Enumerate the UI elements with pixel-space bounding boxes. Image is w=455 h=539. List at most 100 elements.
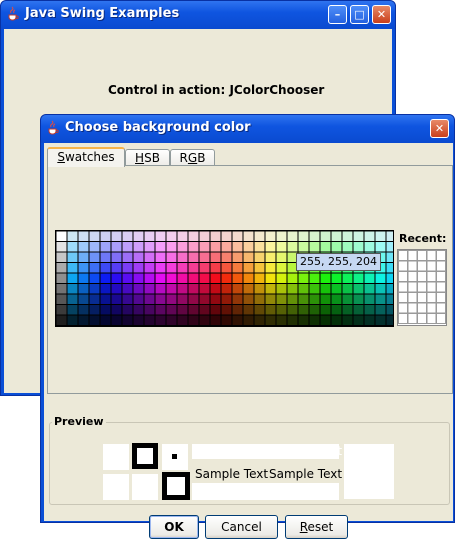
swatch-cell[interactable] xyxy=(111,305,122,315)
swatch-cell[interactable] xyxy=(188,252,199,263)
swatch-cell[interactable] xyxy=(320,305,331,315)
swatch-cell[interactable] xyxy=(155,252,166,263)
swatch-cell[interactable] xyxy=(221,252,232,263)
swatch-cell[interactable] xyxy=(265,263,276,273)
swatch-cell[interactable] xyxy=(221,242,232,252)
swatch-cell[interactable] xyxy=(122,315,133,326)
swatch-cell[interactable] xyxy=(232,305,243,315)
swatch-cell[interactable] xyxy=(188,315,199,326)
swatch-cell[interactable] xyxy=(122,252,133,263)
swatch-cell[interactable] xyxy=(309,315,320,326)
swatch-cell[interactable] xyxy=(177,315,188,326)
swatch-cell[interactable] xyxy=(320,273,331,284)
swatch-cell[interactable] xyxy=(122,263,133,273)
swatch-cell[interactable] xyxy=(386,294,394,305)
swatch-cell[interactable] xyxy=(144,284,155,294)
swatch-cell[interactable] xyxy=(210,284,221,294)
swatch-cell[interactable] xyxy=(133,231,144,242)
swatch-cell[interactable] xyxy=(89,263,100,273)
swatch-cell[interactable] xyxy=(309,273,320,284)
recent-cell[interactable] xyxy=(436,260,446,272)
swatch-cell[interactable] xyxy=(364,305,375,315)
swatch-cell[interactable] xyxy=(177,242,188,252)
swatch-cell[interactable] xyxy=(155,294,166,305)
recent-grid[interactable] xyxy=(397,249,447,326)
swatch-cell[interactable] xyxy=(100,263,111,273)
swatch-cell[interactable] xyxy=(177,294,188,305)
swatch-cell[interactable] xyxy=(375,273,386,284)
swatch-cell[interactable] xyxy=(287,294,298,305)
ok-button[interactable]: OK xyxy=(149,515,199,539)
swatch-cell[interactable] xyxy=(199,231,210,242)
swatch-cell[interactable] xyxy=(56,273,67,284)
swatch-cell[interactable] xyxy=(309,284,320,294)
recent-grid-canvas[interactable] xyxy=(398,250,446,325)
swatch-cell[interactable] xyxy=(320,294,331,305)
swatch-cell[interactable] xyxy=(177,263,188,273)
swatch-cell[interactable] xyxy=(276,231,287,242)
recent-cell[interactable] xyxy=(417,260,427,272)
swatch-cell[interactable] xyxy=(254,252,265,263)
swatch-cell[interactable] xyxy=(111,315,122,326)
swatch-cell[interactable] xyxy=(309,305,320,315)
swatch-cell[interactable] xyxy=(166,315,177,326)
swatch-cell[interactable] xyxy=(67,242,78,252)
swatch-cell[interactable] xyxy=(133,263,144,273)
swatch-cell[interactable] xyxy=(111,263,122,273)
recent-cell[interactable] xyxy=(407,302,418,314)
swatch-cell[interactable] xyxy=(56,242,67,252)
swatch-grid[interactable] xyxy=(55,230,394,327)
swatch-cell[interactable] xyxy=(133,252,144,263)
swatch-cell[interactable] xyxy=(364,273,375,284)
swatch-cell[interactable] xyxy=(56,231,67,242)
swatch-cell[interactable] xyxy=(67,273,78,284)
swatch-cell[interactable] xyxy=(210,305,221,315)
recent-cell[interactable] xyxy=(398,250,408,261)
swatch-cell[interactable] xyxy=(298,273,309,284)
swatch-cell[interactable] xyxy=(331,294,342,305)
swatch-cell[interactable] xyxy=(265,242,276,252)
swatch-cell[interactable] xyxy=(243,273,254,284)
swatch-cell[interactable] xyxy=(111,231,122,242)
swatch-cell[interactable] xyxy=(166,305,177,315)
swatch-cell[interactable] xyxy=(144,294,155,305)
swatch-cell[interactable] xyxy=(375,305,386,315)
swatch-cell[interactable] xyxy=(133,315,144,326)
swatch-cell[interactable] xyxy=(331,242,342,252)
swatch-cell[interactable] xyxy=(375,284,386,294)
swatch-cell[interactable] xyxy=(254,273,265,284)
recent-cell[interactable] xyxy=(417,281,427,293)
swatch-cell[interactable] xyxy=(221,273,232,284)
swatch-cell[interactable] xyxy=(320,315,331,326)
swatch-cell[interactable] xyxy=(210,273,221,284)
swatch-cell[interactable] xyxy=(67,315,78,326)
swatch-cell[interactable] xyxy=(188,231,199,242)
swatch-cell[interactable] xyxy=(122,305,133,315)
swatch-cell[interactable] xyxy=(331,231,342,242)
swatch-cell[interactable] xyxy=(155,315,166,326)
swatch-cell[interactable] xyxy=(111,284,122,294)
swatch-cell[interactable] xyxy=(144,305,155,315)
swatch-cell[interactable] xyxy=(342,305,353,315)
swatch-cell[interactable] xyxy=(287,284,298,294)
recent-cell[interactable] xyxy=(426,260,437,272)
swatch-cell[interactable] xyxy=(199,242,210,252)
recent-cell[interactable] xyxy=(398,313,408,324)
swatch-cell[interactable] xyxy=(155,284,166,294)
swatch-cell[interactable] xyxy=(210,242,221,252)
swatch-cell[interactable] xyxy=(254,284,265,294)
swatch-cell[interactable] xyxy=(375,242,386,252)
swatch-cell[interactable] xyxy=(155,231,166,242)
recent-cell[interactable] xyxy=(436,250,446,261)
swatch-cell[interactable] xyxy=(265,294,276,305)
swatch-cell[interactable] xyxy=(342,294,353,305)
swatch-cell[interactable] xyxy=(78,273,89,284)
swatch-cell[interactable] xyxy=(232,315,243,326)
reset-button[interactable]: Reset xyxy=(285,515,348,539)
swatch-cell[interactable] xyxy=(287,305,298,315)
swatch-cell[interactable] xyxy=(243,284,254,294)
swatch-cell[interactable] xyxy=(166,294,177,305)
swatch-cell[interactable] xyxy=(276,242,287,252)
swatch-cell[interactable] xyxy=(78,263,89,273)
swatch-cell[interactable] xyxy=(144,252,155,263)
